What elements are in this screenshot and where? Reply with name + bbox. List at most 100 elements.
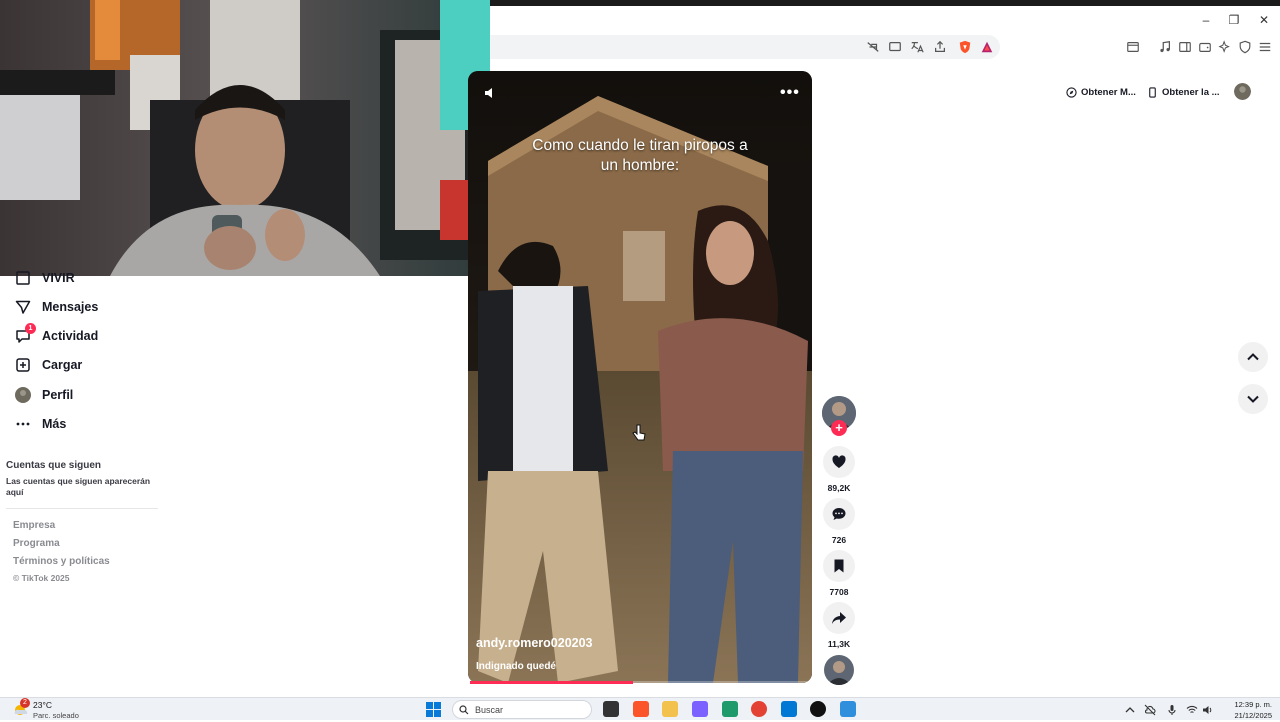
sidebar-item-label: VIVIR <box>42 271 75 285</box>
menu-icon[interactable] <box>1256 38 1274 56</box>
following-title: Cuentas que siguen <box>6 460 102 471</box>
share-button[interactable] <box>823 602 855 634</box>
file-explorer-icon[interactable] <box>662 701 678 717</box>
comment-button[interactable] <box>823 498 855 530</box>
sidebar-item-label: Más <box>42 417 67 431</box>
clock-date[interactable]: 21/12/2025 <box>1222 711 1272 720</box>
sidebar-item-label: Perfil <box>42 388 74 402</box>
video-caption-text: Como cuando le tiran piropos a un hombre… <box>532 137 748 174</box>
like-button[interactable] <box>823 446 855 478</box>
sidebar-item-messages[interactable]: Mensajes <box>14 295 98 319</box>
pill-label: Obtener M... <box>1081 86 1136 98</box>
sidebar-item-label: Mensajes <box>42 300 99 314</box>
weather-badge: 2 <box>20 698 30 708</box>
share-arrow-icon <box>832 612 846 624</box>
weather-temperature: 23°C <box>33 700 52 710</box>
footer-link-program[interactable]: Programa <box>13 538 60 549</box>
minimize-button[interactable]: – <box>1196 12 1216 28</box>
comment-icon <box>832 508 846 520</box>
cloud-off-icon[interactable] <box>1144 703 1156 716</box>
search-placeholder: Buscar <box>475 704 504 715</box>
video-more-options-icon[interactable]: ••• <box>780 84 800 102</box>
activity-badge: 1 <box>25 323 36 334</box>
start-button[interactable] <box>426 702 441 717</box>
messages-icon <box>14 298 32 316</box>
sidebar-item-more[interactable]: Más <box>14 412 66 436</box>
footer-link-company[interactable]: Empresa <box>13 520 55 531</box>
sidebar-item-label: Actividad <box>42 329 99 343</box>
store-icon[interactable] <box>781 701 797 717</box>
video-progress-fill <box>470 681 634 684</box>
microphone-icon[interactable] <box>1166 703 1178 715</box>
profile-avatar <box>14 386 32 404</box>
activity-icon: 1 <box>14 323 36 345</box>
sound-disc-avatar[interactable] <box>824 655 854 685</box>
photos-icon[interactable] <box>840 701 856 717</box>
sidebar-item-upload[interactable]: Cargar <box>14 353 82 377</box>
close-window-button[interactable]: ✕ <box>1254 12 1274 28</box>
wallet-icon[interactable] <box>1196 38 1214 56</box>
chevron-up-icon <box>1247 353 1259 361</box>
get-desktop-app-pill[interactable]: Obtener la ... <box>1147 81 1220 103</box>
share-page-icon[interactable] <box>931 38 949 56</box>
media-off-icon[interactable] <box>864 38 882 56</box>
taskbar-search[interactable]: Buscar <box>452 700 592 719</box>
leo-ai-icon[interactable] <box>1216 38 1234 56</box>
previous-video-button[interactable] <box>1238 342 1268 372</box>
heart-icon <box>832 455 846 468</box>
tab-search-icon[interactable] <box>1124 38 1142 56</box>
footer-link-terms[interactable]: Términos y políticas <box>13 556 110 567</box>
sidebar-item-profile[interactable]: Perfil <box>14 383 73 407</box>
browser-title-bar <box>490 0 1280 35</box>
sidebar-divider <box>6 508 158 509</box>
following-description: Las cuentas que siguen aparecerán aquí <box>6 476 151 497</box>
chrome-icon[interactable] <box>751 701 767 717</box>
cast-icon[interactable] <box>886 38 904 56</box>
webcam-scene-image <box>0 0 490 276</box>
app-icon[interactable] <box>810 701 826 717</box>
phone-icon <box>1149 86 1156 98</box>
like-count: 89,2K <box>827 483 851 493</box>
search-icon <box>459 704 469 714</box>
upload-icon <box>14 356 32 374</box>
video-progress-bar[interactable] <box>470 681 810 684</box>
weather-widget[interactable]: 2 <box>12 698 30 717</box>
video-author[interactable]: andy.romero020203 <box>476 636 593 650</box>
bookmark-icon <box>834 559 844 573</box>
brave-browser-icon[interactable] <box>633 701 649 717</box>
pill-label: Obtener la ... <box>1162 86 1220 98</box>
volume-icon[interactable] <box>484 86 498 100</box>
chevron-up-tray-icon[interactable] <box>1124 703 1136 715</box>
save-button[interactable] <box>823 550 855 582</box>
wifi-icon[interactable] <box>1186 703 1198 715</box>
restore-button[interactable]: ❐ <box>1224 12 1244 28</box>
comment-count: 726 <box>831 535 847 545</box>
hand-cursor-icon <box>632 424 646 441</box>
save-count: 7708 <box>829 587 849 597</box>
get-app-pill[interactable]: Obtener M... <box>1066 81 1136 103</box>
more-icon <box>14 415 32 433</box>
clock-time[interactable]: 12:39 p. m. <box>1222 700 1272 709</box>
brave-rewards-icon[interactable] <box>978 38 996 56</box>
task-view-icon[interactable] <box>603 701 619 717</box>
webcam-overlay <box>0 0 490 276</box>
brave-shield-icon[interactable] <box>956 38 974 56</box>
chevron-down-icon <box>1247 395 1259 403</box>
music-icon[interactable] <box>1156 38 1174 56</box>
volume-tray-icon[interactable] <box>1202 703 1214 715</box>
vpn-shield-icon[interactable] <box>1236 38 1254 56</box>
sidebar-item-label: Cargar <box>42 358 83 372</box>
sidebar-toggle-icon[interactable] <box>1176 38 1194 56</box>
follow-button[interactable]: + <box>831 420 847 436</box>
next-video-button[interactable] <box>1238 384 1268 414</box>
sidebar-item-activity[interactable]: 1 Actividad <box>14 323 99 348</box>
share-count: 11,3K <box>827 639 851 649</box>
video-description: Indignado quedé <box>476 661 556 672</box>
edge-icon[interactable] <box>722 701 738 717</box>
sidebar-item-live[interactable]: VIVIR <box>14 266 75 290</box>
compass-icon <box>1066 86 1077 98</box>
copyright: © TikTok 2025 <box>13 573 70 583</box>
translate-icon[interactable] <box>908 38 926 56</box>
user-avatar[interactable] <box>1234 83 1251 100</box>
copilot-icon[interactable] <box>692 701 708 717</box>
